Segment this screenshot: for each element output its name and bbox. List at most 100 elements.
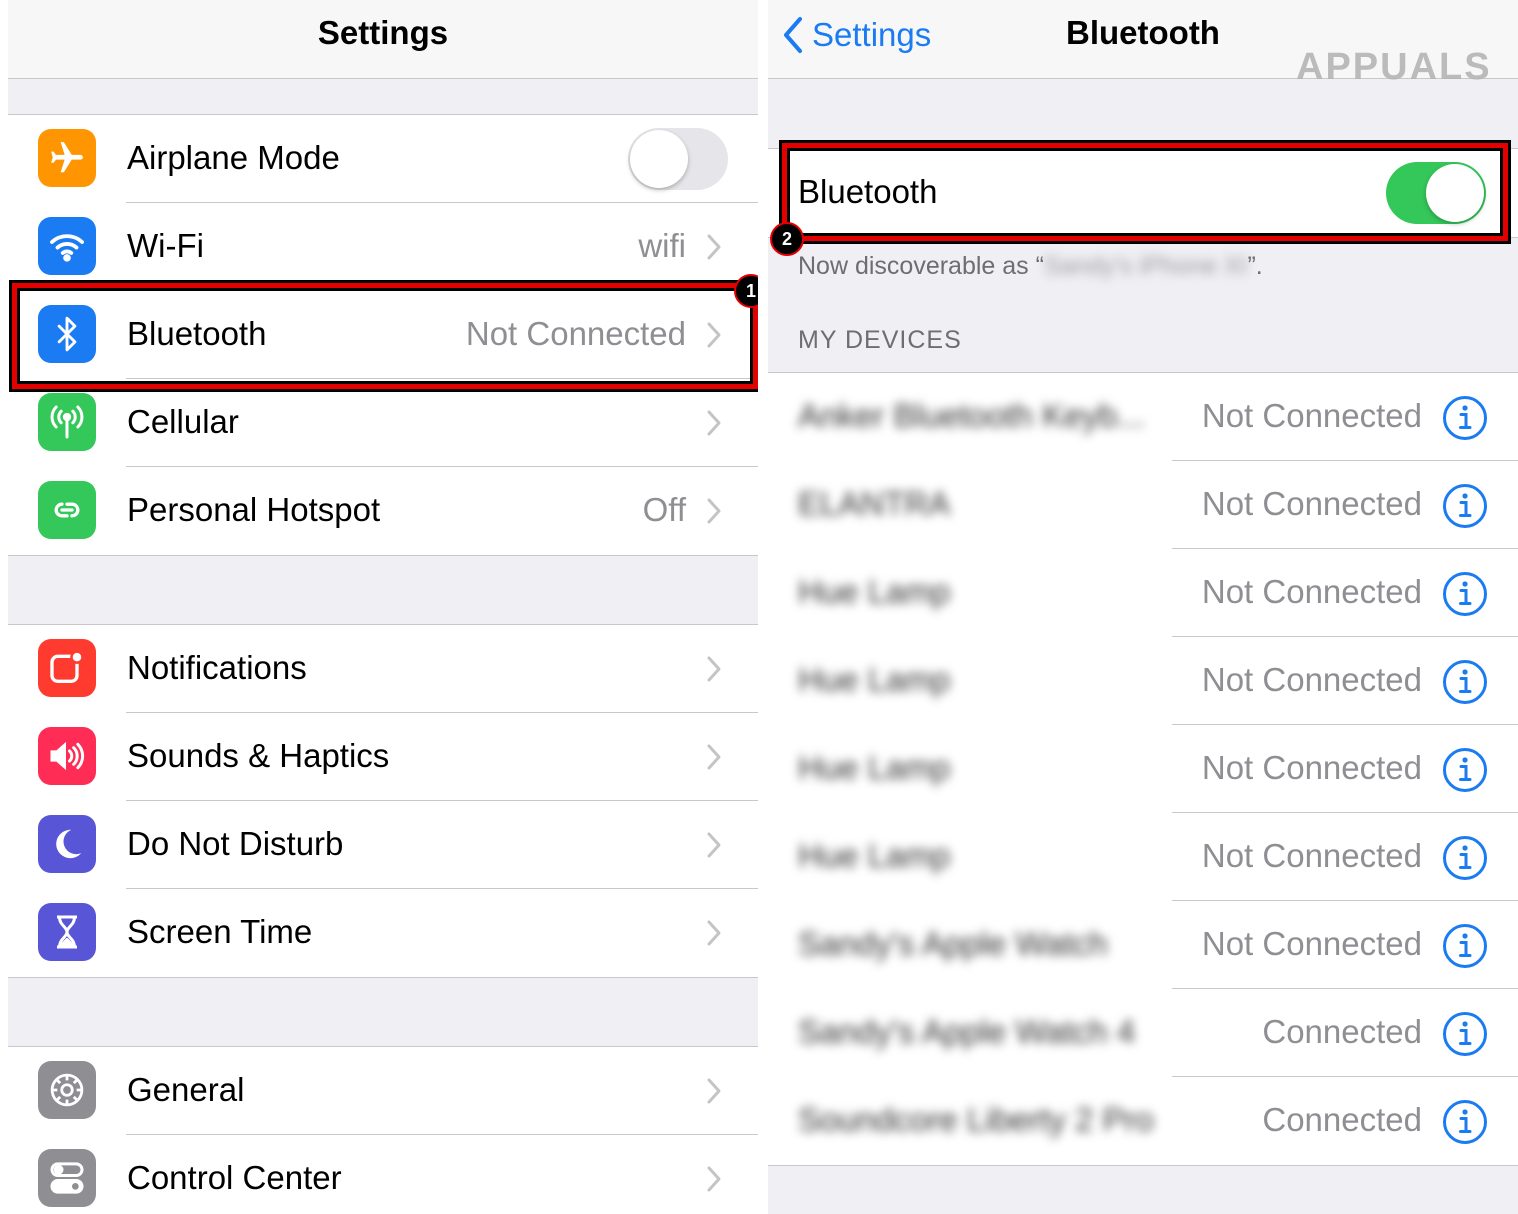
control-center-icon — [38, 1149, 96, 1207]
device-row[interactable]: Hue Lamp Not Connected — [768, 725, 1518, 813]
row-label: Cellular — [127, 403, 239, 440]
info-icon[interactable] — [1442, 571, 1488, 617]
chevron-right-icon — [707, 322, 721, 348]
chevron-right-icon — [707, 832, 721, 858]
settings-row-notifications[interactable]: Notifications — [8, 625, 758, 713]
device-row[interactable]: Anker Bluetooth Keyb... Not Connected — [768, 373, 1518, 461]
device-name: Sandy's Apple Watch — [798, 925, 1108, 962]
device-status: Not Connected — [1201, 749, 1422, 786]
watermark-logo: APPUALS — [1296, 46, 1492, 88]
device-row[interactable]: Hue Lamp Not Connected — [768, 637, 1518, 725]
back-button-label: Settings — [812, 16, 932, 53]
chevron-right-icon — [707, 744, 721, 770]
wifi-icon — [38, 217, 96, 275]
settings-row-screen-time[interactable]: Screen Time — [8, 889, 758, 977]
bluetooth-nav-bar: Settings Bluetooth APPUALS — [768, 0, 1518, 88]
row-label: Personal Hotspot — [127, 491, 381, 528]
row-value: Not Connected — [465, 315, 686, 352]
settings-row-general[interactable]: General — [8, 1047, 758, 1135]
row-label: General — [127, 1071, 245, 1108]
row-label: Wi-Fi — [127, 227, 204, 264]
hotspot-icon — [38, 481, 96, 539]
device-name: Sandy's Apple Watch 4 — [798, 1013, 1136, 1050]
settings-nav-bar: Settings — [8, 0, 758, 79]
info-icon[interactable] — [1442, 1011, 1488, 1057]
bluetooth-icon — [38, 305, 96, 363]
device-name: Hue Lamp — [798, 573, 951, 610]
info-icon[interactable] — [1442, 659, 1488, 705]
device-row[interactable]: Hue Lamp Not Connected — [768, 549, 1518, 637]
chevron-right-icon — [707, 656, 721, 682]
chevron-right-icon — [707, 920, 721, 946]
airplane-mode-toggle[interactable] — [628, 128, 728, 190]
settings-row-sounds-haptics[interactable]: Sounds & Haptics — [8, 713, 758, 801]
device-name: Hue Lamp — [798, 837, 951, 874]
device-status: Not Connected — [1201, 485, 1422, 522]
my-devices-list: Anker Bluetooth Keyb... Not Connected EL… — [768, 372, 1518, 1166]
settings-row-bluetooth[interactable]: Bluetooth Not Connected — [8, 291, 758, 379]
page-title: Settings — [317, 14, 449, 51]
settings-row-wifi[interactable]: Wi-Fi wifi — [8, 203, 758, 291]
row-label: Bluetooth — [127, 315, 267, 352]
device-status: Not Connected — [1201, 925, 1422, 962]
device-row[interactable]: Soundcore Liberty 2 Pro Connected — [768, 1077, 1518, 1165]
my-devices-header: MY DEVICES — [798, 326, 962, 354]
chevron-right-icon — [707, 410, 721, 436]
row-label: Notifications — [127, 649, 307, 686]
device-name-blurred: Sandy's iPhone XI — [1043, 252, 1248, 280]
settings-row-airplane-mode: Airplane Mode — [8, 115, 758, 203]
back-button[interactable]: Settings — [782, 10, 931, 60]
device-row[interactable]: Hue Lamp Not Connected — [768, 813, 1518, 901]
info-icon[interactable] — [1442, 395, 1488, 441]
bluetooth-toggle-group: Bluetooth — [768, 148, 1518, 238]
device-status: Connected — [1262, 1101, 1422, 1138]
bluetooth-toggle[interactable] — [1386, 162, 1486, 224]
settings-row-control-center[interactable]: Control Center — [8, 1135, 758, 1214]
device-row[interactable]: Sandy's Apple Watch 4 Connected — [768, 989, 1518, 1077]
airplane-icon — [38, 129, 96, 187]
device-status: Not Connected — [1201, 397, 1422, 434]
row-label: Do Not Disturb — [127, 825, 344, 862]
device-status: Not Connected — [1201, 661, 1422, 698]
speaker-icon — [38, 727, 96, 785]
chevron-right-icon — [707, 498, 721, 524]
device-status: Connected — [1262, 1013, 1422, 1050]
connectivity-group: Airplane Mode Wi-Fi wifi Bluetooth Not C… — [8, 114, 758, 556]
info-icon[interactable] — [1442, 923, 1488, 969]
chevron-left-icon — [784, 17, 802, 53]
settings-row-do-not-disturb[interactable]: Do Not Disturb — [8, 801, 758, 889]
chevron-right-icon — [707, 1078, 721, 1104]
info-icon[interactable] — [1442, 747, 1488, 793]
device-status: Not Connected — [1201, 837, 1422, 874]
row-label: Sounds & Haptics — [127, 737, 390, 774]
device-row[interactable]: ELANTRA Not Connected — [768, 461, 1518, 549]
step-badge-2: 2 — [770, 222, 804, 256]
row-value: Off — [642, 491, 686, 528]
chevron-right-icon — [707, 1166, 721, 1192]
cellular-icon — [38, 393, 96, 451]
settings-row-personal-hotspot[interactable]: Personal Hotspot Off — [8, 467, 758, 555]
settings-panel: Settings Airplane Mode Wi-Fi wifi Blueto… — [8, 0, 758, 1214]
device-name: Anker Bluetooth Keyb... — [798, 397, 1145, 434]
info-icon[interactable] — [1442, 483, 1488, 529]
device-name: Soundcore Liberty 2 Pro — [798, 1101, 1154, 1138]
device-status: Not Connected — [1201, 573, 1422, 610]
gear-icon — [38, 1061, 96, 1119]
device-name: Hue Lamp — [798, 749, 951, 786]
moon-icon — [38, 815, 96, 873]
discoverable-text: Now discoverable as “Sandy's iPhone XI”. — [798, 252, 1263, 280]
info-icon[interactable] — [1442, 835, 1488, 881]
notifications-icon — [38, 639, 96, 697]
row-label: Control Center — [127, 1159, 342, 1196]
device-name: Hue Lamp — [798, 661, 951, 698]
page-title: Bluetooth — [1066, 14, 1220, 51]
row-label: Airplane Mode — [127, 139, 340, 176]
chevron-right-icon — [707, 234, 721, 260]
device-row[interactable]: Sandy's Apple Watch Not Connected — [768, 901, 1518, 989]
notifications-group: Notifications Sounds & Haptics Do Not Di… — [8, 624, 758, 978]
general-group: General Control Center — [8, 1046, 758, 1214]
info-icon[interactable] — [1442, 1099, 1488, 1145]
row-label: Screen Time — [127, 913, 313, 950]
settings-row-cellular[interactable]: Cellular — [8, 379, 758, 467]
bluetooth-panel: Settings Bluetooth APPUALS Bluetooth 2 N… — [768, 0, 1518, 1214]
